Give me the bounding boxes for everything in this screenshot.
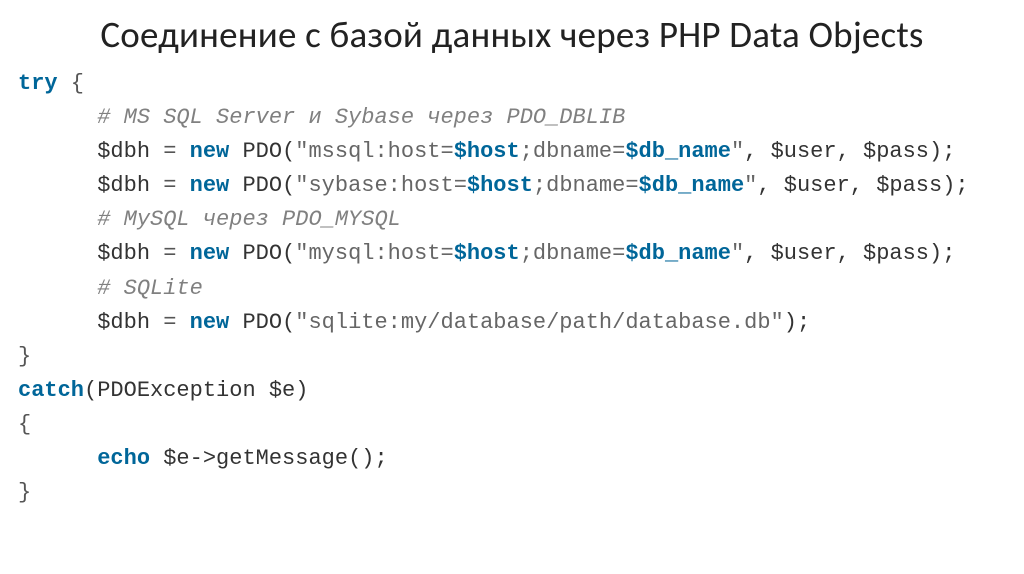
comment-sqlite: # SQLite: [97, 276, 203, 301]
code-block: try { # MS SQL Server и Sybase через PDO…: [18, 67, 1006, 510]
slide-title: Соединение с базой данных через PHP Data…: [18, 12, 1006, 57]
code-line-10: catch(PDOException $e): [18, 378, 308, 403]
slide: Соединение с базой данных через PHP Data…: [0, 0, 1024, 574]
code-line-1: try {: [18, 71, 84, 96]
kw-echo: echo: [97, 446, 150, 471]
code-line-6: $dbh = new PDO("mysql:host=$host;dbname=…: [97, 241, 955, 266]
brace-close-catch: }: [18, 480, 31, 505]
brace-open-catch: {: [18, 412, 31, 437]
comment-mysql: # MySQL через PDO_MYSQL: [97, 207, 401, 232]
code-line-4: $dbh = new PDO("sybase:host=$host;dbname…: [97, 173, 968, 198]
kw-catch: catch: [18, 378, 84, 403]
comment-dblib: # MS SQL Server и Sybase через PDO_DBLIB: [97, 105, 625, 130]
brace-open: {: [58, 71, 84, 96]
brace-close-try: }: [18, 344, 31, 369]
code-line-3: $dbh = new PDO("mssql:host=$host;dbname=…: [97, 139, 955, 164]
kw-try: try: [18, 71, 58, 96]
var-dbh: $dbh: [97, 139, 150, 164]
kw-new: new: [190, 139, 230, 164]
code-line-12: echo $e->getMessage();: [97, 446, 387, 471]
code-line-8: $dbh = new PDO("sqlite:my/database/path/…: [97, 310, 810, 335]
